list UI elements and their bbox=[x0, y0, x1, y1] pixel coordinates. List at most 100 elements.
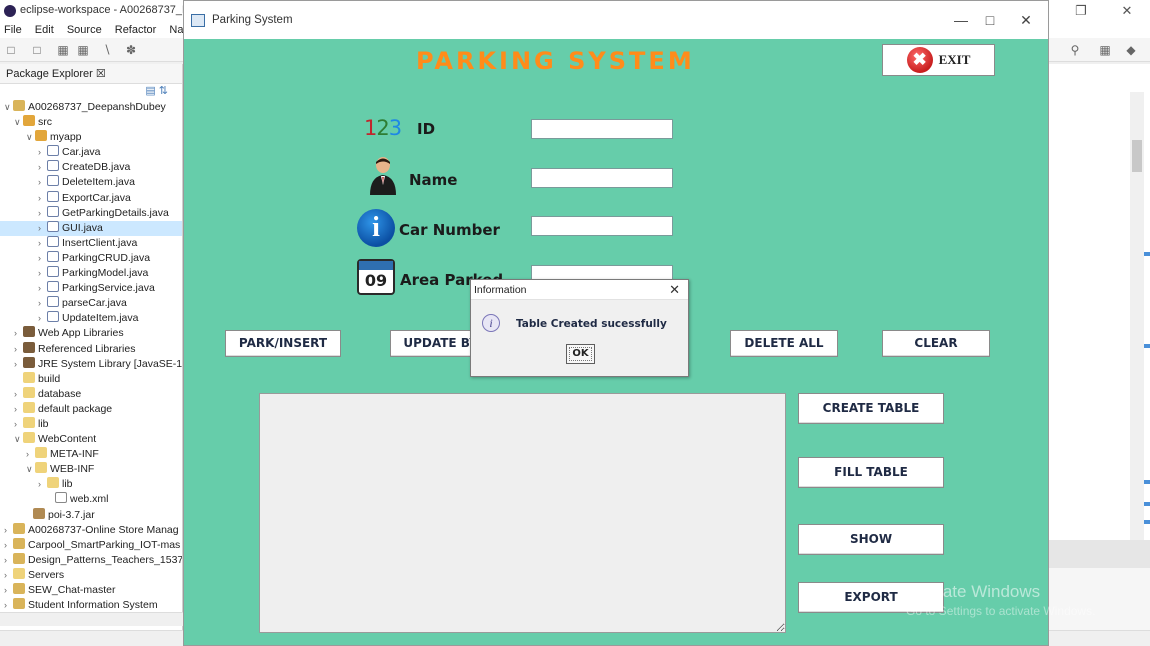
tree-item[interactable]: › database bbox=[0, 386, 182, 402]
tree-expand-icon[interactable]: › bbox=[38, 236, 47, 251]
maximize-button[interactable]: □ bbox=[970, 7, 1010, 33]
tree-expand-icon[interactable]: › bbox=[4, 598, 13, 613]
tree-item[interactable]: › InsertClient.java bbox=[0, 235, 182, 251]
skip-breakpoints-icon[interactable]: ∖ bbox=[100, 43, 114, 57]
tree-expand-icon[interactable]: › bbox=[38, 296, 47, 311]
tree-item[interactable]: ∨ myapp bbox=[0, 130, 182, 145]
debug-icon[interactable]: ✽ bbox=[124, 43, 138, 57]
tree-expand-icon[interactable]: › bbox=[38, 477, 47, 492]
tree-expand-icon[interactable]: › bbox=[38, 311, 47, 326]
tree-item[interactable]: › JRE System Library [JavaSE-1 bbox=[0, 356, 182, 372]
close-window-button[interactable]: ✕ bbox=[1006, 7, 1046, 33]
tree-item[interactable]: › Design_Patterns_Teachers_1537 bbox=[0, 552, 182, 568]
tree-expand-icon[interactable]: › bbox=[14, 417, 23, 432]
tree-item[interactable]: › SEW_Chat-master bbox=[0, 583, 182, 598]
tree-item[interactable]: › ExportCar.java bbox=[0, 190, 182, 206]
tree-expand-icon[interactable]: ∨ bbox=[14, 432, 23, 447]
tree-item[interactable]: ∨ src bbox=[0, 115, 182, 130]
close-icon[interactable]: ✕ bbox=[1104, 0, 1150, 22]
tree-item[interactable]: › ParkingModel.java bbox=[0, 266, 182, 281]
exit-button[interactable]: ✖ EXIT bbox=[882, 44, 995, 76]
tree-item[interactable]: › CreateDB.java bbox=[0, 160, 182, 175]
new-wizard-icon[interactable]: □ bbox=[30, 43, 44, 57]
search-icon[interactable]: ⚲ bbox=[1068, 43, 1082, 57]
restore-icon[interactable]: ❐ bbox=[1058, 0, 1104, 22]
id-field[interactable] bbox=[531, 119, 673, 139]
tree-expand-icon[interactable]: › bbox=[38, 266, 47, 281]
tree-item[interactable]: › ParkingCRUD.java bbox=[0, 250, 182, 266]
fill-table-button[interactable]: FILL TABLE bbox=[798, 457, 944, 488]
ok-button[interactable]: OK bbox=[566, 344, 595, 364]
editor-vertical-scrollbar[interactable] bbox=[1130, 92, 1144, 592]
park-insert-button[interactable]: PARK/INSERT bbox=[225, 330, 341, 357]
tree-expand-icon[interactable]: › bbox=[38, 206, 47, 221]
tree-expand-icon[interactable]: › bbox=[38, 251, 47, 266]
scrollbar-thumb[interactable] bbox=[1132, 140, 1142, 172]
open-perspective-icon[interactable]: ▦ bbox=[1098, 43, 1112, 57]
tree-item[interactable]: › ParkingService.java bbox=[0, 281, 182, 296]
tree-item[interactable]: ∨ A00268737_DeepanshDubey bbox=[0, 100, 182, 115]
new-icon[interactable]: □ bbox=[4, 43, 18, 57]
java-ee-perspective-icon[interactable]: ◆ bbox=[1124, 43, 1138, 57]
tree-expand-icon[interactable]: › bbox=[14, 342, 23, 357]
tree-expand-icon[interactable]: ∨ bbox=[26, 462, 35, 477]
tree-expand-icon[interactable]: › bbox=[38, 281, 47, 296]
tree-item[interactable]: ∨ WebContent bbox=[0, 432, 182, 447]
save-all-icon[interactable]: ▦ bbox=[76, 43, 90, 57]
tree-expand-icon[interactable]: › bbox=[38, 221, 47, 236]
tree-expand-icon[interactable]: ∨ bbox=[14, 115, 23, 130]
dialog-close-icon[interactable]: ✕ bbox=[669, 280, 680, 300]
menu-source[interactable]: Source bbox=[67, 22, 102, 38]
tree-item[interactable]: › UpdateItem.java bbox=[0, 311, 182, 326]
tree-expand-icon[interactable]: › bbox=[4, 583, 13, 598]
tree-item[interactable]: poi-3.7.jar bbox=[0, 507, 182, 523]
tree-item[interactable]: › GUI.java bbox=[0, 220, 182, 236]
tree-item[interactable]: › lib bbox=[0, 477, 182, 492]
tree-expand-icon[interactable]: › bbox=[38, 160, 47, 175]
tree-item[interactable]: › META-INF bbox=[0, 447, 182, 462]
tree-expand-icon[interactable]: › bbox=[26, 447, 35, 462]
tree-expand-icon[interactable]: › bbox=[38, 175, 47, 190]
tree-item[interactable]: web.xml bbox=[0, 492, 182, 507]
tree-expand-icon[interactable]: › bbox=[4, 523, 13, 538]
package-explorer-tab[interactable]: Package Explorer ☒ bbox=[0, 64, 182, 84]
tree-item[interactable]: › Student Information System bbox=[0, 598, 182, 613]
menu-refactor[interactable]: Refactor bbox=[115, 22, 157, 38]
tree-expand-icon[interactable]: › bbox=[14, 387, 23, 402]
tree-item[interactable]: › A00268737-Online Store Manag bbox=[0, 522, 182, 538]
tree-expand-icon[interactable]: › bbox=[4, 553, 13, 568]
collapse-all-icon[interactable]: ▤ ⇅ bbox=[0, 84, 182, 100]
delete-all-button[interactable]: DELETE ALL bbox=[730, 330, 838, 357]
clear-button[interactable]: CLEAR bbox=[882, 330, 990, 357]
tree-expand-icon[interactable]: › bbox=[14, 402, 23, 417]
tree-expand-icon[interactable]: › bbox=[38, 145, 47, 160]
tree-item[interactable]: › Referenced Libraries bbox=[0, 341, 182, 357]
create-table-button[interactable]: CREATE TABLE bbox=[798, 393, 944, 424]
tree-item[interactable]: › Web App Libraries bbox=[0, 326, 182, 341]
tree-expand-icon[interactable]: › bbox=[14, 357, 23, 372]
menu-file[interactable]: File bbox=[4, 22, 22, 38]
output-text-area[interactable] bbox=[259, 393, 786, 633]
tree-expand-icon[interactable]: › bbox=[38, 191, 47, 206]
tree-item[interactable]: › GetParkingDetails.java bbox=[0, 205, 182, 221]
menu-edit[interactable]: Edit bbox=[35, 22, 54, 38]
car-number-field[interactable] bbox=[531, 216, 673, 236]
show-button[interactable]: SHOW bbox=[798, 524, 944, 555]
tree-expand-icon[interactable]: › bbox=[4, 538, 13, 553]
tree-expand-icon[interactable]: ∨ bbox=[26, 130, 35, 145]
tree-item[interactable]: › Servers bbox=[0, 567, 182, 583]
tree-item[interactable]: › Carpool_SmartParking_IOT-mas bbox=[0, 537, 182, 553]
tree-item[interactable]: ∨ WEB-INF bbox=[0, 462, 182, 477]
explorer-horizontal-scrollbar[interactable] bbox=[0, 612, 183, 626]
tree-expand-icon[interactable]: ∨ bbox=[4, 100, 13, 115]
name-field[interactable] bbox=[531, 168, 673, 188]
tree-item[interactable]: › default package bbox=[0, 401, 182, 417]
tree-expand-icon[interactable]: › bbox=[14, 326, 23, 341]
tree-expand-icon[interactable]: › bbox=[4, 568, 13, 583]
tree-item[interactable]: › parseCar.java bbox=[0, 296, 182, 311]
tree-item[interactable]: › DeleteItem.java bbox=[0, 175, 182, 190]
save-icon[interactable]: ▦ bbox=[56, 43, 70, 57]
tree-item[interactable]: › Car.java bbox=[0, 145, 182, 160]
tree-item[interactable]: › lib bbox=[0, 416, 182, 432]
tree-item[interactable]: build bbox=[0, 371, 182, 387]
